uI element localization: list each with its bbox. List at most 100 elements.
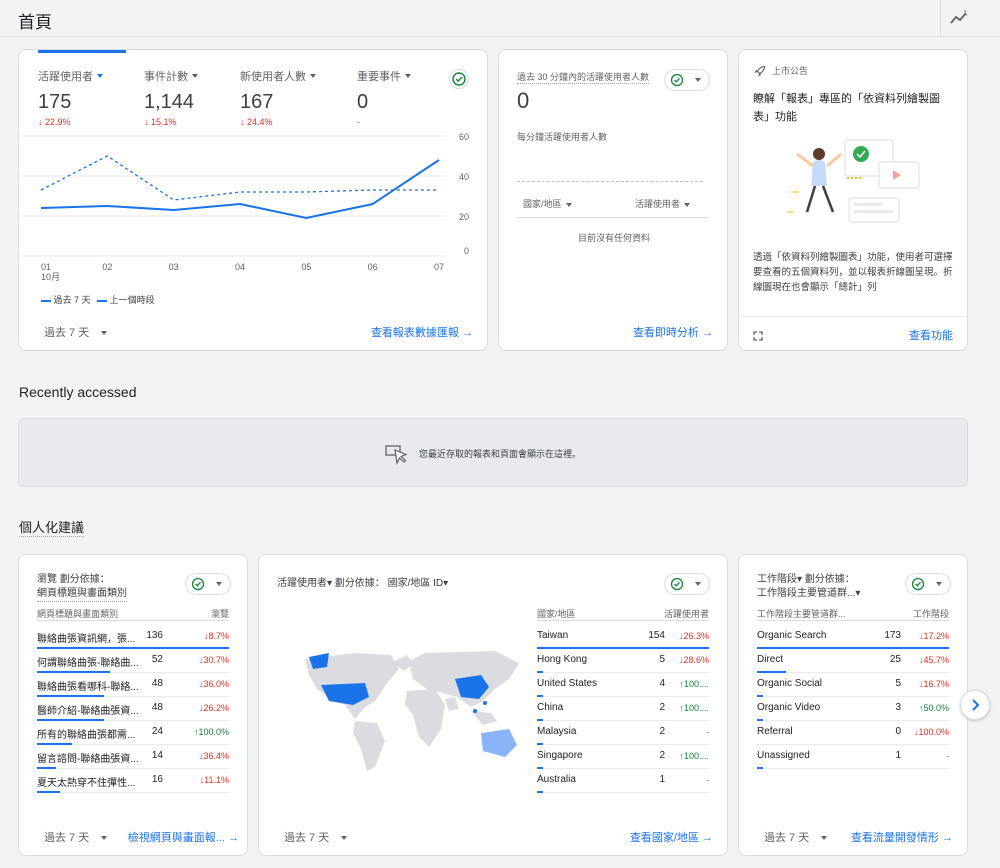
insights-icon[interactable]	[949, 9, 969, 27]
pages-report-link[interactable]: 檢視網頁與畫面報... →	[128, 829, 239, 845]
view-reports-link[interactable]: 查看報表數據匯報 →	[371, 324, 473, 340]
metric-tile[interactable]: 活躍使用者 175 ↓ 22.9%	[38, 67, 103, 127]
row-label: Singapore	[537, 750, 583, 761]
channel-report-link[interactable]: 查看流量開發情形 →	[851, 829, 953, 845]
pages-status-pill[interactable]	[185, 573, 231, 595]
metric-value: 167	[240, 91, 274, 113]
table-row[interactable]: 醫師介紹-聯絡曲張資... 48 ↓26.2%	[37, 697, 229, 721]
table-row[interactable]: Unassigned 1 -	[757, 745, 949, 769]
row-value: 4	[659, 678, 665, 689]
x-tick-label: 06	[368, 262, 378, 272]
metric-delta: -	[357, 117, 360, 127]
recent-heading: Recently accessed	[19, 384, 137, 400]
table-row[interactable]: 留言諮問-聯絡曲張資... 14 ↓36.4%	[37, 745, 229, 769]
row-label: 所有的聯絡曲張都需...	[37, 730, 136, 741]
x-tick-label: 07	[434, 262, 444, 272]
check-icon	[191, 577, 205, 591]
country-status-pill[interactable]	[664, 573, 710, 595]
table-row[interactable]: 聯絡曲張資訊網，張... 136 ↓8.7%	[37, 625, 229, 649]
x-tick-label: 03	[169, 262, 179, 272]
rocket-icon	[754, 64, 766, 82]
pages-col2: 瀏覽	[210, 609, 229, 621]
realtime-title: 過去 30 分鐘內的活躍使用者人數	[517, 72, 650, 84]
metric-value: 0	[357, 91, 369, 113]
metric-delta: ↓ 15.1%	[144, 117, 177, 127]
table-row[interactable]: Referral 0 ↓100.0%	[757, 721, 949, 745]
view-realtime-link[interactable]: 查看即時分析 →	[633, 324, 713, 340]
row-label: Hong Kong	[537, 654, 588, 665]
legend-previous: 上一個時段	[109, 295, 155, 305]
announcement-tag: 上市公告	[772, 66, 809, 76]
row-value: 2	[659, 702, 665, 713]
recent-panel: 您最近存取的報表和頁面會顯示在這裡。	[18, 418, 968, 487]
table-row[interactable]: 聯絡曲張看哪科-聯絡... 48 ↓36.0%	[37, 673, 229, 697]
channel-col1: 工作階段主要管道群...	[757, 609, 846, 621]
metric-tile[interactable]: 重要事件 0 -	[357, 67, 411, 127]
row-label: 聯絡曲張資訊網，張...	[37, 634, 136, 645]
row-label: 留言諮問-聯絡曲張資...	[37, 754, 139, 765]
row-delta: -	[706, 727, 709, 737]
table-row[interactable]: Direct 25 ↓45.7%	[757, 649, 949, 673]
channel-range-dropdown[interactable]: 過去 7 天	[764, 829, 828, 845]
row-label: Organic Search	[757, 630, 827, 641]
row-value: 1	[895, 750, 901, 761]
channel-status-pill[interactable]	[905, 573, 951, 595]
x-tick-label: 01	[41, 262, 51, 272]
metric-tile[interactable]: 新使用者人數 167 ↓ 24.4%	[240, 67, 316, 127]
row-delta: ↑100....	[679, 703, 709, 713]
table-row[interactable]: Australia 1 -	[537, 769, 709, 793]
status-check-icon[interactable]	[449, 69, 469, 89]
y-tick-label: 60	[459, 132, 469, 142]
row-label: 聯絡曲張看哪科-聯絡...	[37, 682, 139, 693]
row-delta: ↓45.7%	[918, 655, 949, 665]
page-title: 首頁	[18, 13, 52, 32]
row-delta: ↑50.0%	[918, 703, 949, 713]
chevron-right-icon	[972, 699, 980, 711]
table-row[interactable]: Organic Video 3 ↑50.0%	[757, 697, 949, 721]
country-report-link[interactable]: 查看國家/地區 →	[630, 829, 713, 845]
y-tick-label: 20	[459, 212, 469, 222]
realtime-status-pill[interactable]	[664, 69, 710, 91]
row-value: 48	[151, 702, 163, 713]
row-delta: ↓30.7%	[198, 655, 229, 665]
row-value: 136	[146, 630, 163, 641]
expand-icon[interactable]	[753, 328, 763, 346]
table-row[interactable]: 何謂聯絡曲張-聯絡曲... 52 ↓30.7%	[37, 649, 229, 673]
row-value: 5	[659, 654, 665, 665]
row-value: 48	[151, 678, 163, 689]
personal-heading: 個人化建議	[19, 517, 85, 537]
row-label: 何謂聯絡曲張-聯絡曲...	[37, 658, 139, 669]
table-row[interactable]: 夏天太熱穿不住彈性... 16 ↓11.1%	[37, 769, 229, 793]
pages-table: 聯絡曲張資訊網，張... 136 ↓8.7% 何謂聯絡曲張-聯絡曲... 52 ↓30.7…	[37, 625, 229, 805]
row-value: 2	[659, 750, 665, 761]
row-label: Organic Social	[757, 678, 823, 689]
date-range-dropdown[interactable]: 過去 7 天	[44, 324, 108, 340]
country-col2: 活躍使用者	[663, 609, 709, 621]
row-value: 52	[151, 654, 163, 665]
announcement-illustration	[783, 132, 923, 232]
row-value: 3	[895, 702, 901, 713]
table-row[interactable]: United States 4 ↑100....	[537, 673, 709, 697]
country-range-dropdown[interactable]: 過去 7 天	[284, 829, 348, 845]
overview-card: 活躍使用者 175 ↓ 22.9% 事件計數 1,144 ↓ 15.1% 新使用者人數 167…	[18, 49, 488, 351]
col-active-users[interactable]: 活躍使用者	[635, 197, 691, 210]
metric-tile[interactable]: 事件計數 1,144 ↓ 15.1%	[144, 67, 198, 127]
table-row[interactable]: China 2 ↑100....	[537, 697, 709, 721]
col-country[interactable]: 國家/地區	[523, 197, 572, 210]
table-row[interactable]: Malaysia 2 -	[537, 721, 709, 745]
table-row[interactable]: Organic Search 173 ↓17.2%	[757, 625, 949, 649]
table-row[interactable]: Organic Social 5 ↓16.7%	[757, 673, 949, 697]
x-sublabel: 10月	[41, 272, 60, 282]
chart-legend: 過去 7 天 上一個時段	[41, 293, 155, 306]
row-label: Taiwan	[537, 630, 569, 641]
table-row[interactable]: 所有的聯絡曲張都需... 24 ↑100.0%	[37, 721, 229, 745]
next-arrow-button[interactable]	[960, 690, 990, 720]
table-row[interactable]: Hong Kong 5 ↓28.6%	[537, 649, 709, 673]
table-row[interactable]: Singapore 2 ↑100....	[537, 745, 709, 769]
row-delta: ↓100.0%	[913, 727, 949, 737]
pages-range-dropdown[interactable]: 過去 7 天	[44, 829, 108, 845]
table-row[interactable]: Taiwan 154 ↓26.3%	[537, 625, 709, 649]
metric-value: 1,144	[144, 91, 195, 113]
country-title: 活躍使用者▾ 劃分依據： 國家/地區 ID▾	[277, 578, 449, 589]
view-feature-link[interactable]: 查看功能	[909, 327, 953, 343]
